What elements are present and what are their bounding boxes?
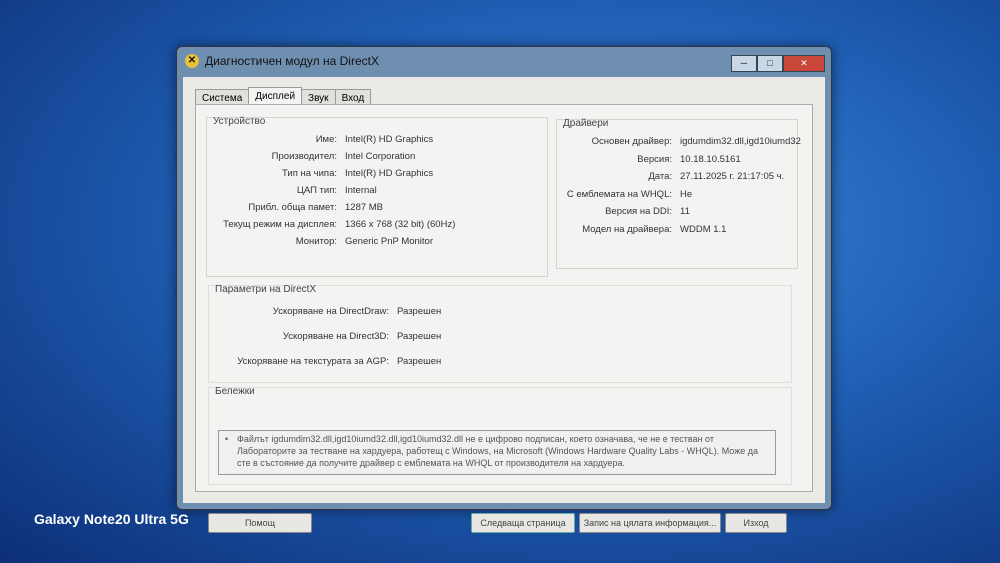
row-value: Intel Corporation	[345, 151, 416, 162]
row-label: Монитор:	[295, 236, 337, 247]
row-label: ЦАП тип:	[296, 185, 337, 196]
info-row: Версия: 10.18.10.5161	[557, 154, 741, 165]
directx-group: Параметри на DirectX Ускоряване на Direc…	[208, 284, 792, 383]
row-value: Internal	[345, 185, 377, 196]
info-row: Ускоряване на DirectDraw: Разрешен	[209, 306, 441, 317]
save-all-info-button[interactable]: Запис на цялата информация...	[579, 513, 721, 533]
directx-icon: ✕	[185, 54, 199, 68]
row-value: Intel(R) HD Graphics	[345, 168, 434, 179]
info-row: Производител: Intel Corporation	[207, 151, 416, 162]
info-row: Текущ режим на дисплея: 1366 x 768 (32 bi…	[207, 219, 455, 230]
drivers-heading: Драйвери	[563, 118, 609, 129]
info-row: Дата: 27.11.2025 г. 21:17:05 ч.	[557, 171, 784, 182]
info-row: С емблемата на WHQL: Не	[557, 189, 692, 200]
row-value: 11	[680, 206, 690, 217]
display-panel: Устройство Име: Intel(R) HD Graphics Произ…	[195, 104, 813, 492]
row-label: С емблемата на WHQL:	[566, 188, 672, 200]
row-value: Intel(R) HD Graphics	[345, 134, 434, 145]
info-row: Тип на чипа: Intel(R) HD Graphics	[207, 168, 433, 179]
info-row: Версия на DDI: 11	[557, 206, 690, 217]
minimize-button[interactable]: ─	[731, 55, 757, 72]
info-row: ЦАП тип: Internal	[207, 185, 377, 196]
info-row: Ускоряване на текстурата за AGP: Разрешен	[209, 356, 441, 367]
row-value: igdumdim32.dll,igd10iumd32	[680, 136, 801, 147]
info-row: Монитор: Generic PnP Monitor	[207, 236, 433, 247]
next-page-button[interactable]: Следваща страница	[471, 513, 575, 533]
notes-text: Файлът igdumdim32.dll,igd10iumd32.dll,ig…	[218, 430, 776, 475]
row-value: 10.18.10.5161	[680, 153, 741, 165]
row-label: Модел на драйвера:	[582, 223, 672, 235]
help-button[interactable]: Помощ	[208, 513, 312, 533]
drivers-group: Драйвери Основен драйвер: igdumdim32.dll,…	[556, 118, 801, 269]
notes-heading: Бележки	[215, 386, 255, 397]
info-row: Прибл. обща памет: 1287 MB	[207, 202, 383, 213]
row-label: Ускоряване на текстурата за AGP:	[237, 356, 389, 367]
camera-watermark: Galaxy Note20 Ultra 5G	[34, 511, 189, 527]
device-heading: Устройство	[213, 116, 266, 127]
device-group: Устройство Име: Intel(R) HD Graphics Произ…	[206, 116, 548, 277]
client-area: Система Дисплей Звук Вход Устройство Име…	[183, 77, 825, 533]
row-label: Ускоряване на DirectDraw:	[272, 306, 389, 317]
row-label: Текущ режим на дисплея:	[223, 219, 337, 230]
row-label: Име:	[315, 134, 337, 145]
title-bar: ✕ Диагностичен модул на DirectX ─ □ ✕	[177, 47, 831, 75]
row-value: 1287 MB	[345, 202, 384, 213]
row-value: Разрешен	[397, 306, 442, 317]
directx-heading: Параметри на DirectX	[215, 284, 317, 295]
row-label: Версия:	[637, 153, 672, 165]
row-label: Ускоряване на Direct3D:	[282, 331, 389, 342]
row-label: Дата:	[648, 171, 672, 182]
maximize-button[interactable]: □	[757, 55, 783, 72]
row-label: Версия на DDI:	[605, 206, 672, 217]
dxdiag-window: ✕ Диагностичен модул на DirectX ─ □ ✕ Си…	[176, 46, 832, 533]
row-label: Основен драйвер:	[591, 136, 672, 147]
row-value: 1366 x 768 (32 bit) (60Hz)	[345, 219, 456, 230]
window-title: Диагностичен модул на DirectX	[205, 54, 379, 68]
exit-button[interactable]: Изход	[725, 513, 787, 533]
row-value: Не	[680, 188, 693, 200]
row-value: Generic PnP Monitor	[345, 236, 434, 247]
info-row: Основен драйвер: igdumdim32.dll,igd10iumd…	[557, 136, 801, 147]
row-value: Разрешен	[397, 356, 442, 367]
row-value: WDDM 1.1	[680, 223, 727, 235]
row-label: Производител:	[271, 151, 337, 162]
row-value: Разрешен	[397, 331, 442, 342]
info-row: Име: Intel(R) HD Graphics	[207, 134, 433, 145]
info-row: Модел на драйвера: WDDM 1.1	[557, 224, 726, 235]
row-value: 27.11.2025 г. 21:17:05 ч.	[680, 171, 785, 182]
row-label: Тип на чипа:	[282, 168, 337, 179]
row-label: Прибл. обща памет:	[248, 202, 337, 213]
info-row: Ускоряване на Direct3D: Разрешен	[209, 331, 441, 342]
close-button[interactable]: ✕	[783, 55, 825, 72]
